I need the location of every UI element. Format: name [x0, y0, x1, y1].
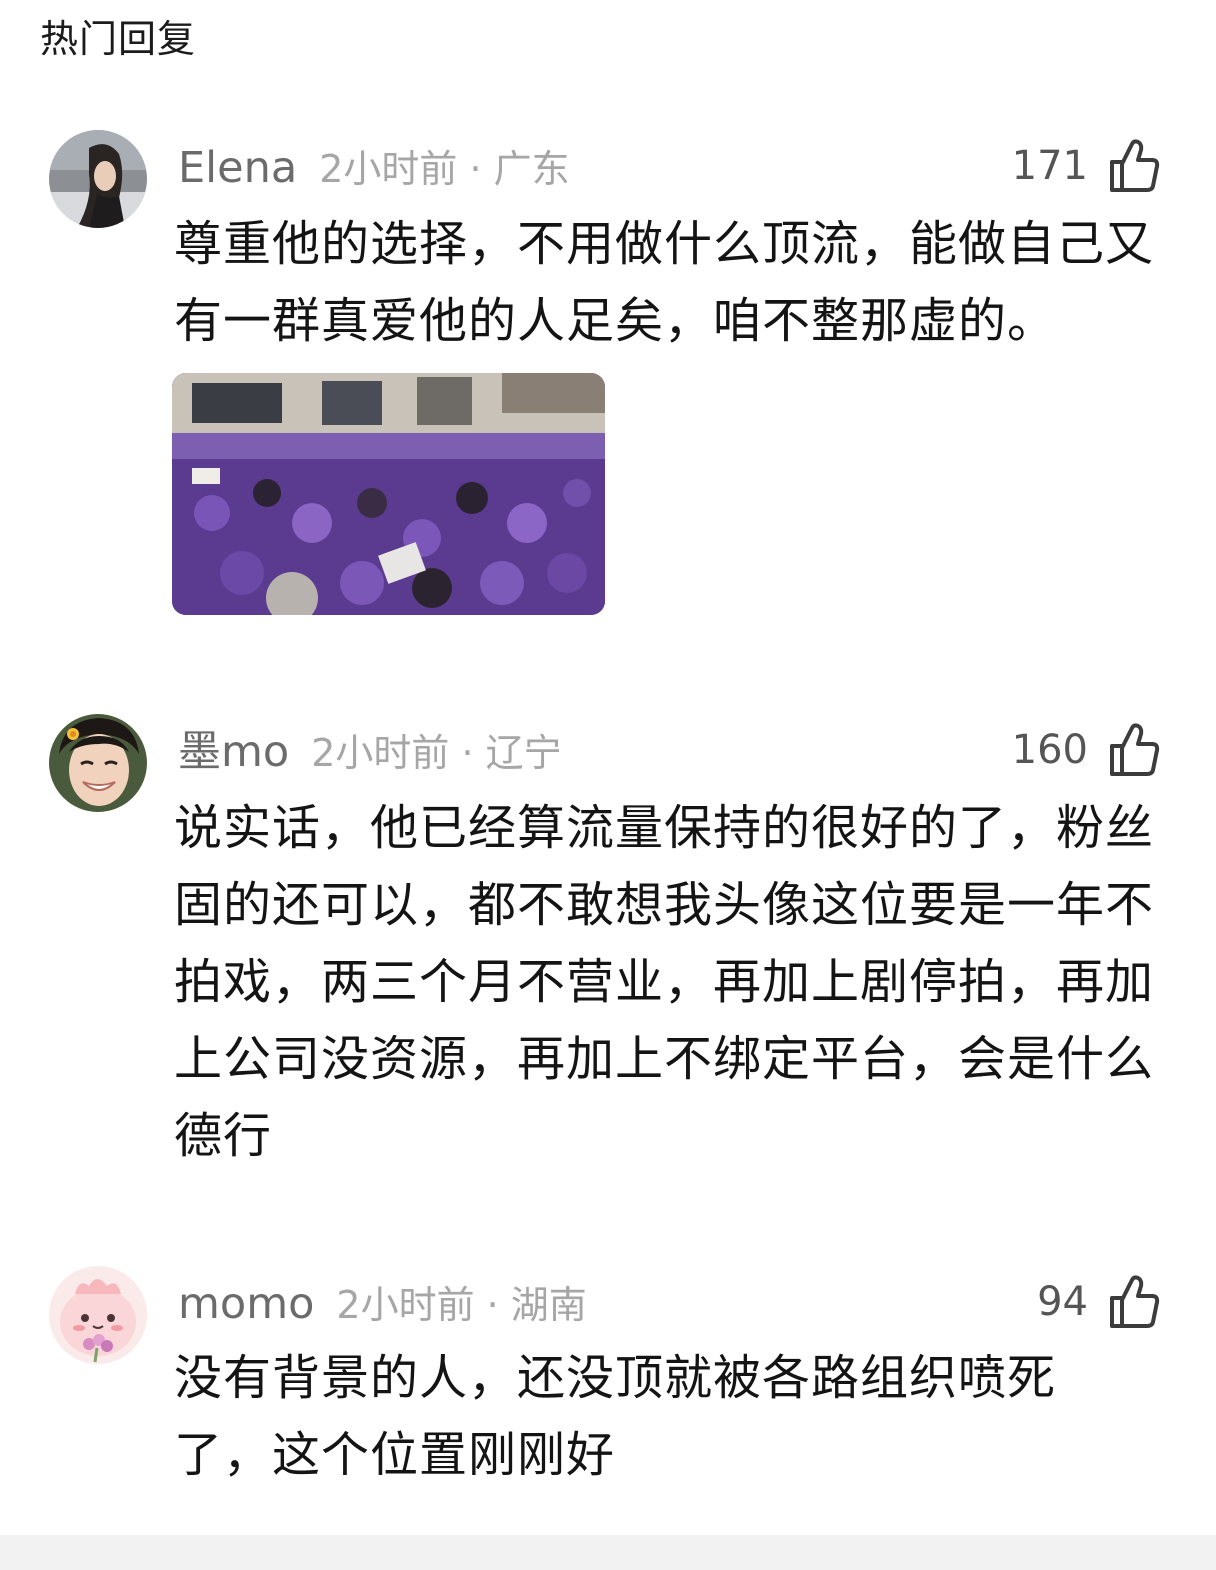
like-count: 171 — [1011, 143, 1088, 189]
comment-image[interactable] — [172, 373, 605, 615]
username[interactable]: Elena — [178, 143, 297, 193]
bottom-divider — [0, 1535, 1216, 1570]
user-avatar[interactable] — [49, 1266, 147, 1364]
thumbs-up-icon — [1110, 139, 1160, 192]
comment-meta: 墨mo 2小时前 · 辽宁 — [178, 724, 562, 780]
crowd-in-purple-photo — [172, 373, 605, 615]
pink-cartoon-avatar — [49, 1266, 147, 1364]
thumbs-up-icon — [1110, 1275, 1160, 1328]
woman-portrait-avatar — [49, 130, 147, 228]
like-count: 94 — [1037, 1279, 1088, 1325]
like-button[interactable]: 94 — [1037, 1270, 1160, 1334]
thumbs-up-icon — [1110, 723, 1160, 776]
time-location: 2小时前 · 辽宁 — [311, 731, 562, 775]
comment-meta: momo 2小时前 · 湖南 — [178, 1276, 587, 1332]
username[interactable]: momo — [178, 1279, 314, 1329]
comment-item: 墨mo 2小时前 · 辽宁 160 说实话，他已经算流量保持的很好的了，粉丝固的还… — [0, 714, 1216, 1174]
time-location: 2小时前 · 湖南 — [336, 1283, 587, 1327]
comment-meta: Elena 2小时前 · 广东 — [178, 140, 570, 196]
section-title: 热门回复 — [40, 17, 197, 61]
comment-text: 尊重他的选择，不用做什么顶流，能做自己又有一群真爱他的人足矣，咱不整那虚的。 — [174, 216, 1155, 349]
time-location: 2小时前 · 广东 — [319, 147, 570, 191]
smiling-man-avatar — [49, 714, 147, 812]
comment-text: 说实话，他已经算流量保持的很好的了，粉丝固的还可以，都不敢想我头像这位要是一年不… — [174, 800, 1155, 1164]
comment-item: Elena 2小时前 · 广东 171 尊重他的选择，不用做什么顶流，能做自己又有… — [0, 130, 1216, 630]
user-avatar[interactable] — [49, 130, 147, 228]
like-button[interactable]: 160 — [1012, 718, 1160, 782]
username[interactable]: 墨mo — [178, 727, 289, 777]
like-button[interactable]: 171 — [1012, 134, 1160, 198]
comment-item: momo 2小时前 · 湖南 94 没有背景的人，还没顶就被各路组织喷死了，这个位… — [0, 1266, 1216, 1506]
user-avatar[interactable] — [49, 714, 147, 812]
like-count: 160 — [1011, 727, 1088, 773]
comment-text: 没有背景的人，还没顶就被各路组织喷死了，这个位置刚刚好 — [174, 1350, 1057, 1483]
